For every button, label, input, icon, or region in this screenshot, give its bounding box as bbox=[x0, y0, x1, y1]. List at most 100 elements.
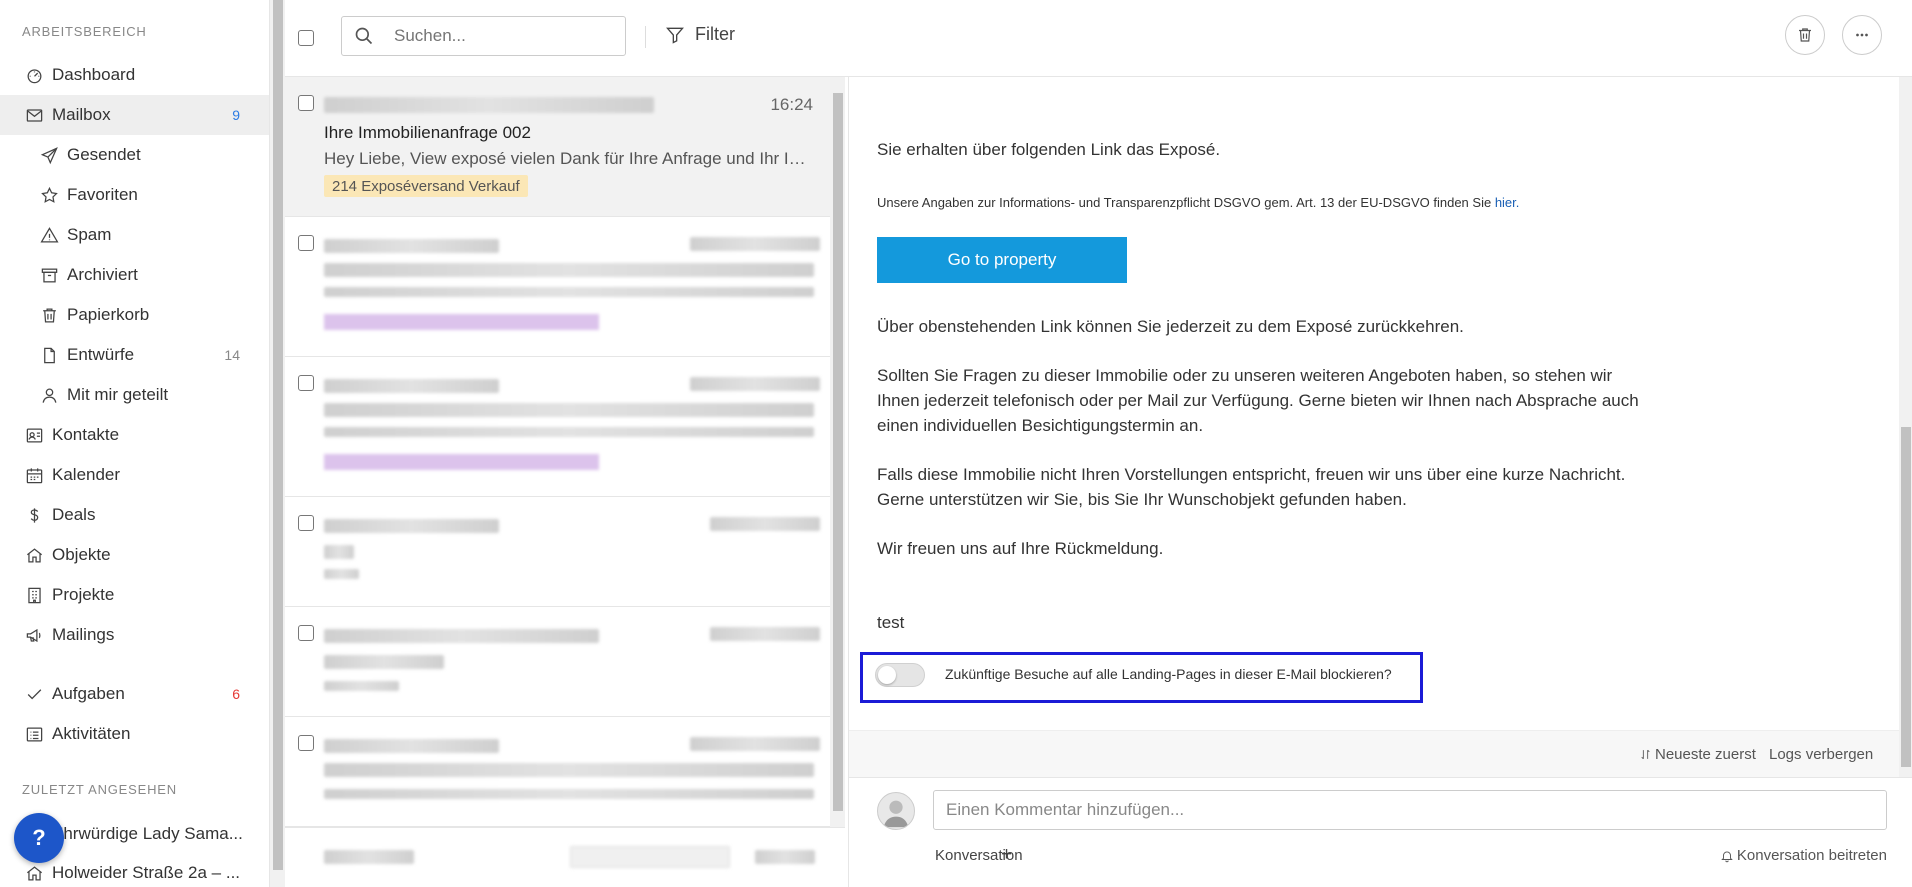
logs-bar: Neueste zuerst Logs verbergen bbox=[849, 730, 1899, 777]
mail-list-item[interactable] bbox=[285, 607, 830, 717]
add-conversation-button[interactable]: + bbox=[1001, 844, 1012, 866]
tasks-count-badge: 6 bbox=[232, 686, 240, 702]
mail-list-pagination bbox=[285, 827, 845, 887]
block-landing-pages-toggle[interactable] bbox=[875, 663, 925, 687]
sidebar-item-favoriten[interactable]: Favoriten bbox=[0, 175, 269, 215]
mail-list-item[interactable] bbox=[285, 497, 830, 607]
mail-tag[interactable]: 214 Exposéversand Verkauf bbox=[324, 175, 528, 197]
sidebar-item-papierkorb[interactable]: Papierkorb bbox=[0, 295, 269, 335]
building-icon bbox=[22, 583, 46, 607]
sidebar-item-archiviert[interactable]: Archiviert bbox=[0, 255, 269, 295]
mail-checkbox[interactable] bbox=[298, 625, 314, 641]
recent-item-label: Ehrwürdige Lady Sama... bbox=[52, 824, 243, 843]
search-box[interactable] bbox=[341, 16, 626, 56]
send-icon bbox=[37, 143, 61, 167]
comment-input[interactable]: Einen Kommentar hinzufügen... bbox=[933, 790, 1887, 830]
blurred-time bbox=[690, 237, 820, 251]
search-icon bbox=[355, 27, 373, 45]
email-paragraph-questions-2: Ihnen jederzeit telefonisch oder per Mai… bbox=[877, 391, 1639, 410]
sidebar-item-kontakte[interactable]: Kontakte bbox=[0, 415, 269, 455]
sidebar-item-mailings[interactable]: Mailings bbox=[0, 615, 269, 655]
mail-checkbox[interactable] bbox=[298, 515, 314, 531]
more-options-button[interactable] bbox=[1842, 15, 1882, 55]
sort-newest-button[interactable]: Neueste zuerst bbox=[1639, 746, 1756, 763]
home-icon bbox=[22, 543, 46, 567]
mail-list-scrollbar-thumb[interactable] bbox=[833, 93, 843, 811]
blurred-time bbox=[710, 627, 820, 641]
mail-list-item[interactable] bbox=[285, 357, 830, 497]
sidebar-item-label: Mailings bbox=[52, 625, 115, 644]
join-conversation-button[interactable]: Konversation beitreten bbox=[1720, 847, 1887, 864]
mail-time: 16:24 bbox=[770, 95, 813, 114]
blurred-sender bbox=[324, 97, 654, 113]
search-input[interactable] bbox=[394, 26, 594, 46]
select-all-checkbox[interactable] bbox=[298, 30, 314, 46]
mail-checkbox[interactable] bbox=[298, 95, 314, 111]
sidebar-section-workspace: ARBEITSBEREICH bbox=[22, 24, 147, 39]
sidebar-item-spam[interactable]: Spam bbox=[0, 215, 269, 255]
go-to-property-button[interactable]: Go to property bbox=[877, 237, 1127, 283]
dollar-icon bbox=[22, 503, 46, 527]
reading-pane: Sie erhalten über folgenden Link das Exp… bbox=[848, 77, 1912, 887]
sidebar-item-label: Papierkorb bbox=[67, 305, 150, 324]
privacy-link[interactable]: hier. bbox=[1495, 195, 1520, 210]
sidebar-item-mailbox[interactable]: Mailbox 9 bbox=[0, 95, 269, 135]
blurred-preview bbox=[324, 427, 814, 437]
list-icon bbox=[22, 722, 46, 746]
mail-checkbox[interactable] bbox=[298, 735, 314, 751]
privacy-text: Unsere Angaben zur Informations- und Tra… bbox=[877, 195, 1495, 210]
contact-card-icon bbox=[22, 423, 46, 447]
sidebar-item-aktivitaeten[interactable]: Aktivitäten bbox=[0, 714, 269, 754]
sidebar-item-label: Deals bbox=[52, 505, 96, 524]
mail-list: 16:24 Ihre Immobilienanfrage 002 Hey Lie… bbox=[285, 77, 830, 887]
sidebar-item-aufgaben[interactable]: Aufgaben 6 bbox=[0, 674, 269, 714]
email-intro-text: Sie erhalten über folgenden Link das Exp… bbox=[877, 140, 1221, 159]
recent-item-label: Holweider Straße 2a – ... bbox=[52, 863, 241, 882]
sidebar-item-label: Favoriten bbox=[67, 185, 138, 204]
sidebar-item-deals[interactable]: Deals bbox=[0, 495, 269, 535]
delete-button[interactable] bbox=[1785, 15, 1825, 55]
sidebar-item-objekte[interactable]: Objekte bbox=[0, 535, 269, 575]
sidebar-item-kalender[interactable]: Kalender bbox=[0, 455, 269, 495]
more-horizontal-icon bbox=[1856, 33, 1868, 37]
sidebar-scrollbar-thumb[interactable] bbox=[273, 0, 283, 870]
calendar-icon bbox=[22, 463, 46, 487]
warning-icon bbox=[37, 223, 61, 247]
blurred-time bbox=[690, 377, 820, 391]
mail-list-item[interactable] bbox=[285, 717, 830, 827]
sidebar-item-entwuerfe[interactable]: Entwürfe 14 bbox=[0, 335, 269, 375]
mail-checkbox[interactable] bbox=[298, 235, 314, 251]
blurred-preview bbox=[324, 789, 814, 799]
sidebar-item-dashboard[interactable]: Dashboard bbox=[0, 55, 269, 95]
mail-icon bbox=[22, 103, 46, 127]
pagination-nav[interactable] bbox=[755, 850, 815, 864]
reading-pane-scrollbar-thumb[interactable] bbox=[1901, 427, 1911, 767]
mail-subject: Ihre Immobilienanfrage 002 bbox=[324, 123, 531, 142]
archive-icon bbox=[37, 263, 61, 287]
sidebar-item-label: Spam bbox=[67, 225, 112, 244]
blurred-sender bbox=[324, 519, 499, 533]
blurred-time bbox=[710, 517, 820, 531]
mail-list-item[interactable] bbox=[285, 217, 830, 357]
mail-list-item-selected[interactable]: 16:24 Ihre Immobilienanfrage 002 Hey Lie… bbox=[285, 77, 830, 217]
toggle-knob bbox=[878, 666, 896, 684]
sidebar-section-recent: ZULETZT ANGESEHEN bbox=[22, 782, 177, 797]
blurred-sender bbox=[324, 239, 499, 253]
filter-button[interactable]: Filter bbox=[665, 24, 735, 45]
sidebar-item-projekte[interactable]: Projekte bbox=[0, 575, 269, 615]
blurred-subject bbox=[324, 655, 444, 669]
trash-icon bbox=[37, 303, 61, 327]
blurred-sender bbox=[324, 739, 499, 753]
email-paragraph-questions-3: einen individuellen Besichtigungstermin … bbox=[877, 416, 1204, 435]
mailbox-count-badge: 9 bbox=[232, 107, 240, 123]
per-page-select[interactable] bbox=[570, 846, 730, 868]
bell-icon bbox=[1721, 850, 1733, 862]
home-icon bbox=[22, 861, 46, 885]
mail-preview: Hey Liebe, View exposé vielen Dank für I… bbox=[324, 149, 814, 168]
help-button[interactable]: ? bbox=[14, 813, 64, 863]
sidebar-item-label: Objekte bbox=[52, 545, 111, 564]
sidebar-item-mit-mir-geteilt[interactable]: Mit mir geteilt bbox=[0, 375, 269, 415]
mail-checkbox[interactable] bbox=[298, 375, 314, 391]
sidebar-item-gesendet[interactable]: Gesendet bbox=[0, 135, 269, 175]
hide-logs-button[interactable]: Logs verbergen bbox=[1769, 746, 1873, 763]
